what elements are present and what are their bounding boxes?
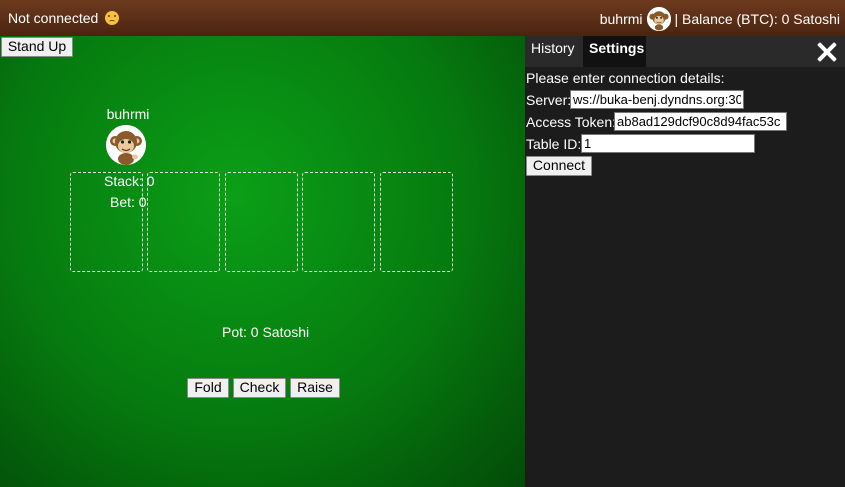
server-input[interactable] (570, 90, 744, 109)
card-slot-2 (147, 172, 220, 272)
poker-table: Stand Up buhrmi Stack: 0 Bet: 0 Pot: 0 S… (0, 36, 525, 487)
stand-up-button[interactable]: Stand Up (1, 37, 73, 57)
player-avatar-icon (106, 125, 146, 165)
check-button[interactable]: Check (233, 378, 286, 398)
server-label: Server: (526, 92, 572, 108)
table-id-label: Table ID: (526, 136, 582, 152)
fold-button[interactable]: Fold (187, 378, 229, 398)
table-id-input[interactable] (581, 134, 755, 153)
access-token-input[interactable] (614, 112, 787, 131)
connection-status-text: Not connected (8, 10, 99, 26)
connection-status: Not connected (8, 10, 120, 26)
tab-history[interactable]: History (531, 40, 575, 56)
balance-text: | Balance (BTC): 0 Satoshi (674, 11, 840, 27)
connection-prompt: Please enter connection details: (526, 70, 725, 86)
username: buhrmi (599, 11, 643, 27)
monkey-avatar-icon (646, 7, 671, 31)
card-slot-3 (225, 172, 298, 272)
top-bar: Not connected buhrmi | Balance (BTC): 0 … (0, 0, 845, 36)
raise-button[interactable]: Raise (290, 378, 340, 398)
worried-face-icon (105, 11, 120, 25)
player-bet: Bet: 0 (110, 194, 147, 210)
panel-tabs: History Settings (525, 36, 845, 67)
side-panel: History Settings Please enter connection… (525, 36, 845, 487)
connect-button[interactable]: Connect (526, 156, 592, 176)
tab-settings[interactable]: Settings (589, 40, 644, 56)
player-stack: Stack: 0 (104, 173, 155, 189)
card-slot-5 (380, 172, 453, 272)
user-info: buhrmi | Balance (BTC): 0 Satoshi (600, 6, 840, 32)
close-icon[interactable] (815, 40, 839, 64)
access-token-label: Access Token: (526, 114, 617, 130)
player-name: buhrmi (106, 106, 150, 122)
card-slot-4 (302, 172, 375, 272)
pot-amount: Pot: 0 Satoshi (222, 324, 310, 340)
